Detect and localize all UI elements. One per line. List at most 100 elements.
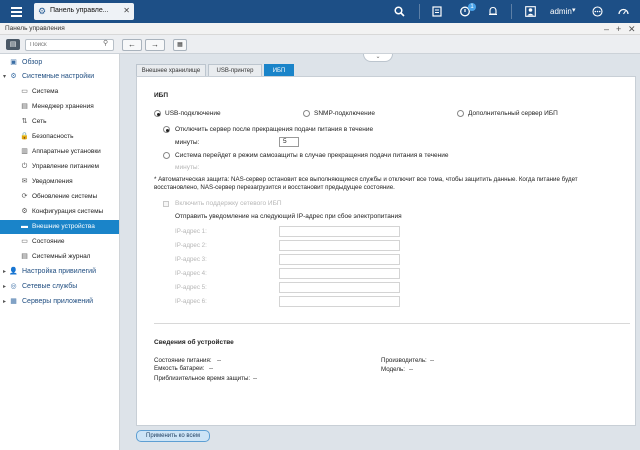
sidebar-item-system-settings[interactable]: ▾ ⚙ Системные настройки <box>0 70 119 84</box>
ip-label-6: IP-адрес 6: <box>175 298 207 305</box>
ip-input-3[interactable] <box>279 254 400 265</box>
status-icon: ▭ <box>21 238 28 245</box>
sidebar-item-privileges[interactable]: ▸ 👤 Настройка привилегий <box>0 265 119 279</box>
options-icon[interactable] <box>590 0 604 23</box>
model-label: Модель: <box>381 366 405 373</box>
sidebar-item-external-devices[interactable]: ▬ Внешние устройства <box>0 220 119 234</box>
network-ups-checkbox[interactable] <box>163 201 169 207</box>
manufacturer-value: -- <box>430 357 435 364</box>
top-bar: ⚙ Панель управле... ✕ 1 admin ▾ <box>0 0 640 23</box>
search-icon[interactable] <box>392 0 406 23</box>
menu-button[interactable] <box>6 3 28 20</box>
window-toolbar: ▤ ⚲ ← → ▦ <box>0 35 640 54</box>
power-status-value: -- <box>217 357 222 364</box>
notify-label: Отправить уведомление на следующий IP-ад… <box>175 213 402 220</box>
ip-input-4[interactable] <box>279 268 400 279</box>
bell-icon[interactable] <box>486 0 500 23</box>
manufacturer-label: Производитель: <box>381 357 427 364</box>
snmp-radio[interactable] <box>303 110 310 117</box>
external-device-icon: ▬ <box>21 223 28 230</box>
toolbar-divider <box>419 4 420 19</box>
runtime-value: -- <box>253 375 258 382</box>
sidebar-item-hardware[interactable]: ▥ Аппаратные установки <box>0 145 119 159</box>
chevron-right-icon: ▸ <box>3 299 7 305</box>
sidebar-item-notifications[interactable]: ✉ Уведомления <box>0 175 119 189</box>
sidebar-item-security[interactable]: 🔒 Безопасность <box>0 130 119 144</box>
search-icon[interactable]: ⚲ <box>103 39 108 47</box>
user-icon: 👤 <box>9 268 18 275</box>
snmp-label: SNMP-подключение <box>314 110 376 117</box>
dashboard-icon[interactable] <box>616 0 630 23</box>
task-icon[interactable] <box>430 0 444 23</box>
section-divider <box>154 323 630 324</box>
chevron-down-icon[interactable]: ▾ <box>572 6 576 14</box>
minutes-input[interactable]: 5 <box>279 137 299 147</box>
user-icon[interactable] <box>523 0 537 23</box>
grid-view-button[interactable]: ▦ <box>173 39 187 51</box>
sidebar-item-system[interactable]: ▭ Система <box>0 85 119 99</box>
chevron-right-icon: ▸ <box>3 284 7 290</box>
shutdown-label: Отключить сервер после прекращения подач… <box>175 126 374 133</box>
extra-server-radio[interactable] <box>457 110 464 117</box>
storage-icon: ▤ <box>21 103 28 110</box>
gear-icon: ⚙ <box>10 73 17 80</box>
device-info-title: Сведения об устройстве <box>154 339 234 346</box>
sidebar-item-storage[interactable]: ▤ Менеджер хранения <box>0 100 119 114</box>
model-value: -- <box>409 366 414 373</box>
minutes-label: минуты: <box>175 139 200 146</box>
usb-radio[interactable] <box>154 110 161 117</box>
notification-badge: 1 <box>468 3 476 11</box>
sidebar-item-overview[interactable]: ▣ Обзор <box>0 56 119 70</box>
tab-usb-printer[interactable]: USB-принтер <box>208 64 262 76</box>
network-icon: ⇅ <box>21 118 28 125</box>
apply-all-button[interactable]: Применить ко всем <box>136 430 210 442</box>
app-tab-label: Панель управле... <box>50 7 109 14</box>
self-protect-label: Система перейдет в режим самозащиты в сл… <box>175 152 449 159</box>
overview-icon: ▣ <box>10 59 17 66</box>
sidebar-item-config[interactable]: ⚙ Конфигурация системы <box>0 205 119 219</box>
log-icon: ▤ <box>21 253 28 260</box>
ups-panel: ИБП USB-подключение SNMP-подключение Доп… <box>136 76 636 426</box>
ip-input-1[interactable] <box>279 226 400 237</box>
window-title: Панель управления <box>5 25 65 32</box>
user-name[interactable]: admin <box>550 7 572 16</box>
toolbar-divider <box>511 4 512 19</box>
forward-button[interactable]: → <box>145 39 165 51</box>
sidebar-item-log[interactable]: ▤ Системный журнал <box>0 250 119 264</box>
app-tab[interactable]: ⚙ Панель управле... ✕ <box>34 3 134 20</box>
close-window-icon[interactable]: ✕ <box>628 23 636 35</box>
ip-input-2[interactable] <box>279 240 400 251</box>
maximize-icon[interactable]: + <box>616 23 621 35</box>
self-protect-radio[interactable] <box>163 152 170 159</box>
chevron-down-icon: ▾ <box>3 74 7 80</box>
sidebar-item-app-servers[interactable]: ▸ ▦ Серверы приложений <box>0 295 119 309</box>
tab-external-storage[interactable]: Внешнее хранилище <box>136 64 206 76</box>
notification-icon: ✉ <box>21 178 28 185</box>
shutdown-radio[interactable] <box>163 126 170 133</box>
minimize-icon[interactable]: – <box>604 23 609 35</box>
config-icon: ⚙ <box>21 208 28 215</box>
sidebar-item-update[interactable]: ⟳ Обновление системы <box>0 190 119 204</box>
back-button[interactable]: ← <box>122 39 142 51</box>
hardware-icon: ▥ <box>21 148 28 155</box>
search-input[interactable] <box>25 39 114 51</box>
ip-input-6[interactable] <box>279 296 400 307</box>
home-icon[interactable]: ▤ <box>6 39 20 50</box>
network-ups-label: Включить поддержку сетевого ИБП <box>175 200 282 207</box>
tab-ups[interactable]: ИБП <box>264 64 294 76</box>
collapse-handle[interactable]: ⌄ <box>363 54 393 62</box>
auto-protect-note: * Автоматическая защита: NAS-сервер оста… <box>154 176 578 191</box>
sidebar-item-status[interactable]: ▭ Состояние <box>0 235 119 249</box>
sidebar-item-network[interactable]: ⇅ Сеть <box>0 115 119 129</box>
sidebar-item-network-services[interactable]: ▸ ◎ Сетевые службы <box>0 280 119 294</box>
ip-input-5[interactable] <box>279 282 400 293</box>
runtime-label: Приблизительное время защиты: <box>154 375 251 382</box>
minutes-label-disabled: минуты: <box>175 164 200 171</box>
sidebar: ▣ Обзор ▾ ⚙ Системные настройки ▭ Систем… <box>0 54 120 450</box>
close-icon[interactable]: ✕ <box>123 6 130 15</box>
sidebar-item-power[interactable]: ⏻ Управление питанием <box>0 160 119 174</box>
system-icon: ▭ <box>21 88 28 95</box>
extra-server-label: Дополнительный сервер ИБП <box>468 110 558 117</box>
chevron-right-icon: ▸ <box>3 269 7 275</box>
window-title-bar: Панель управления – + ✕ <box>0 23 640 35</box>
